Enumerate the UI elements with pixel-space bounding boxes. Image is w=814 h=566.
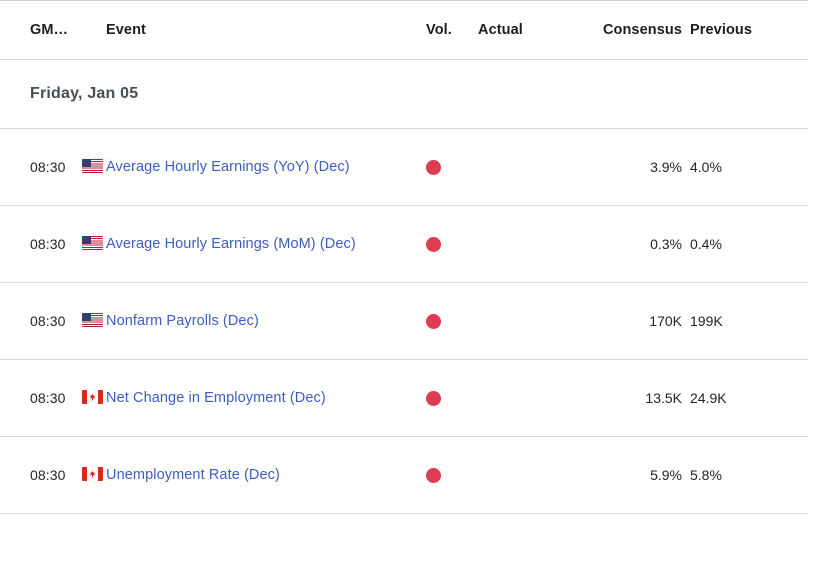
row-consensus: 5.9% [650, 467, 682, 483]
row-volatility [426, 467, 478, 483]
column-header-vol[interactable]: Vol. [426, 22, 478, 38]
row-time: 08:30 [30, 236, 66, 252]
column-header-event[interactable]: Event [106, 22, 426, 38]
row-country-flag-icon [82, 467, 106, 483]
row-previous: 4.0% [690, 159, 722, 175]
row-consensus: 170K [649, 313, 682, 329]
row-previous: 24.9K [690, 390, 727, 406]
red-dot-icon [426, 467, 441, 483]
row-volatility [426, 313, 478, 329]
row-event-name[interactable]: Net Change in Employment (Dec) [106, 390, 426, 406]
row-country-flag-icon [82, 236, 106, 252]
row-volatility [426, 236, 478, 252]
canada-flag-icon [82, 390, 103, 404]
row-consensus: 13.5K [645, 390, 682, 406]
column-header-gmt[interactable]: GM… [30, 22, 82, 38]
table-row[interactable]: 08:30 Unemployment Rate (Dec) 5.9% 5.8% [0, 437, 814, 513]
united-states-flag-icon [82, 313, 103, 327]
maple-leaf-icon [89, 470, 96, 478]
red-dot-icon [426, 390, 441, 406]
row-event-name[interactable]: Unemployment Rate (Dec) [106, 467, 426, 483]
row-time: 08:30 [30, 390, 66, 406]
red-dot-icon [426, 236, 441, 252]
row-previous: 5.8% [690, 467, 722, 483]
row-previous: 0.4% [690, 236, 722, 252]
row-consensus: 3.9% [650, 159, 682, 175]
column-header-actual[interactable]: Actual [478, 22, 588, 38]
row-event-name[interactable]: Average Hourly Earnings (YoY) (Dec) [106, 159, 426, 175]
row-country-flag-icon [82, 390, 106, 406]
united-states-flag-icon [82, 236, 103, 250]
table-row[interactable]: 08:30 Average Hourly Earnings (MoM) (Dec… [0, 206, 814, 282]
row-event-name[interactable]: Average Hourly Earnings (MoM) (Dec) [106, 236, 426, 252]
table-body: 08:30 Average Hourly Earnings (YoY) (Dec… [0, 129, 814, 514]
date-group-row: Friday, Jan 05 [0, 60, 814, 128]
row-time: 08:30 [30, 467, 66, 483]
red-dot-icon [426, 313, 441, 329]
table-header-wrapper: GM… Event Vol. Actual Consensus Previous [0, 1, 814, 59]
table-row[interactable]: 08:30 Nonfarm Payrolls (Dec) 170K 199K [0, 283, 814, 359]
row-divider [0, 513, 808, 514]
table-row[interactable]: 08:30 Average Hourly Earnings (YoY) (Dec… [0, 129, 814, 205]
economic-calendar: GM… Event Vol. Actual Consensus Previous… [0, 0, 814, 566]
date-group-label: Friday, Jan 05 [30, 85, 139, 102]
row-time: 08:30 [30, 313, 66, 329]
row-consensus: 0.3% [650, 236, 682, 252]
row-time: 08:30 [30, 159, 66, 175]
row-country-flag-icon [82, 313, 106, 329]
row-previous: 199K [690, 313, 723, 329]
maple-leaf-icon [89, 393, 96, 401]
table-header-row: GM… Event Vol. Actual Consensus Previous [0, 1, 814, 59]
row-volatility [426, 390, 478, 406]
row-volatility [426, 159, 478, 175]
row-country-flag-icon [82, 159, 106, 175]
column-header-previous[interactable]: Previous [688, 22, 782, 38]
canada-flag-icon [82, 467, 103, 481]
table-row[interactable]: 08:30 Net Change in Employment (Dec) 13.… [0, 360, 814, 436]
column-header-consensus[interactable]: Consensus [588, 22, 688, 38]
row-event-name[interactable]: Nonfarm Payrolls (Dec) [106, 313, 426, 329]
red-dot-icon [426, 159, 441, 175]
united-states-flag-icon [82, 159, 103, 173]
